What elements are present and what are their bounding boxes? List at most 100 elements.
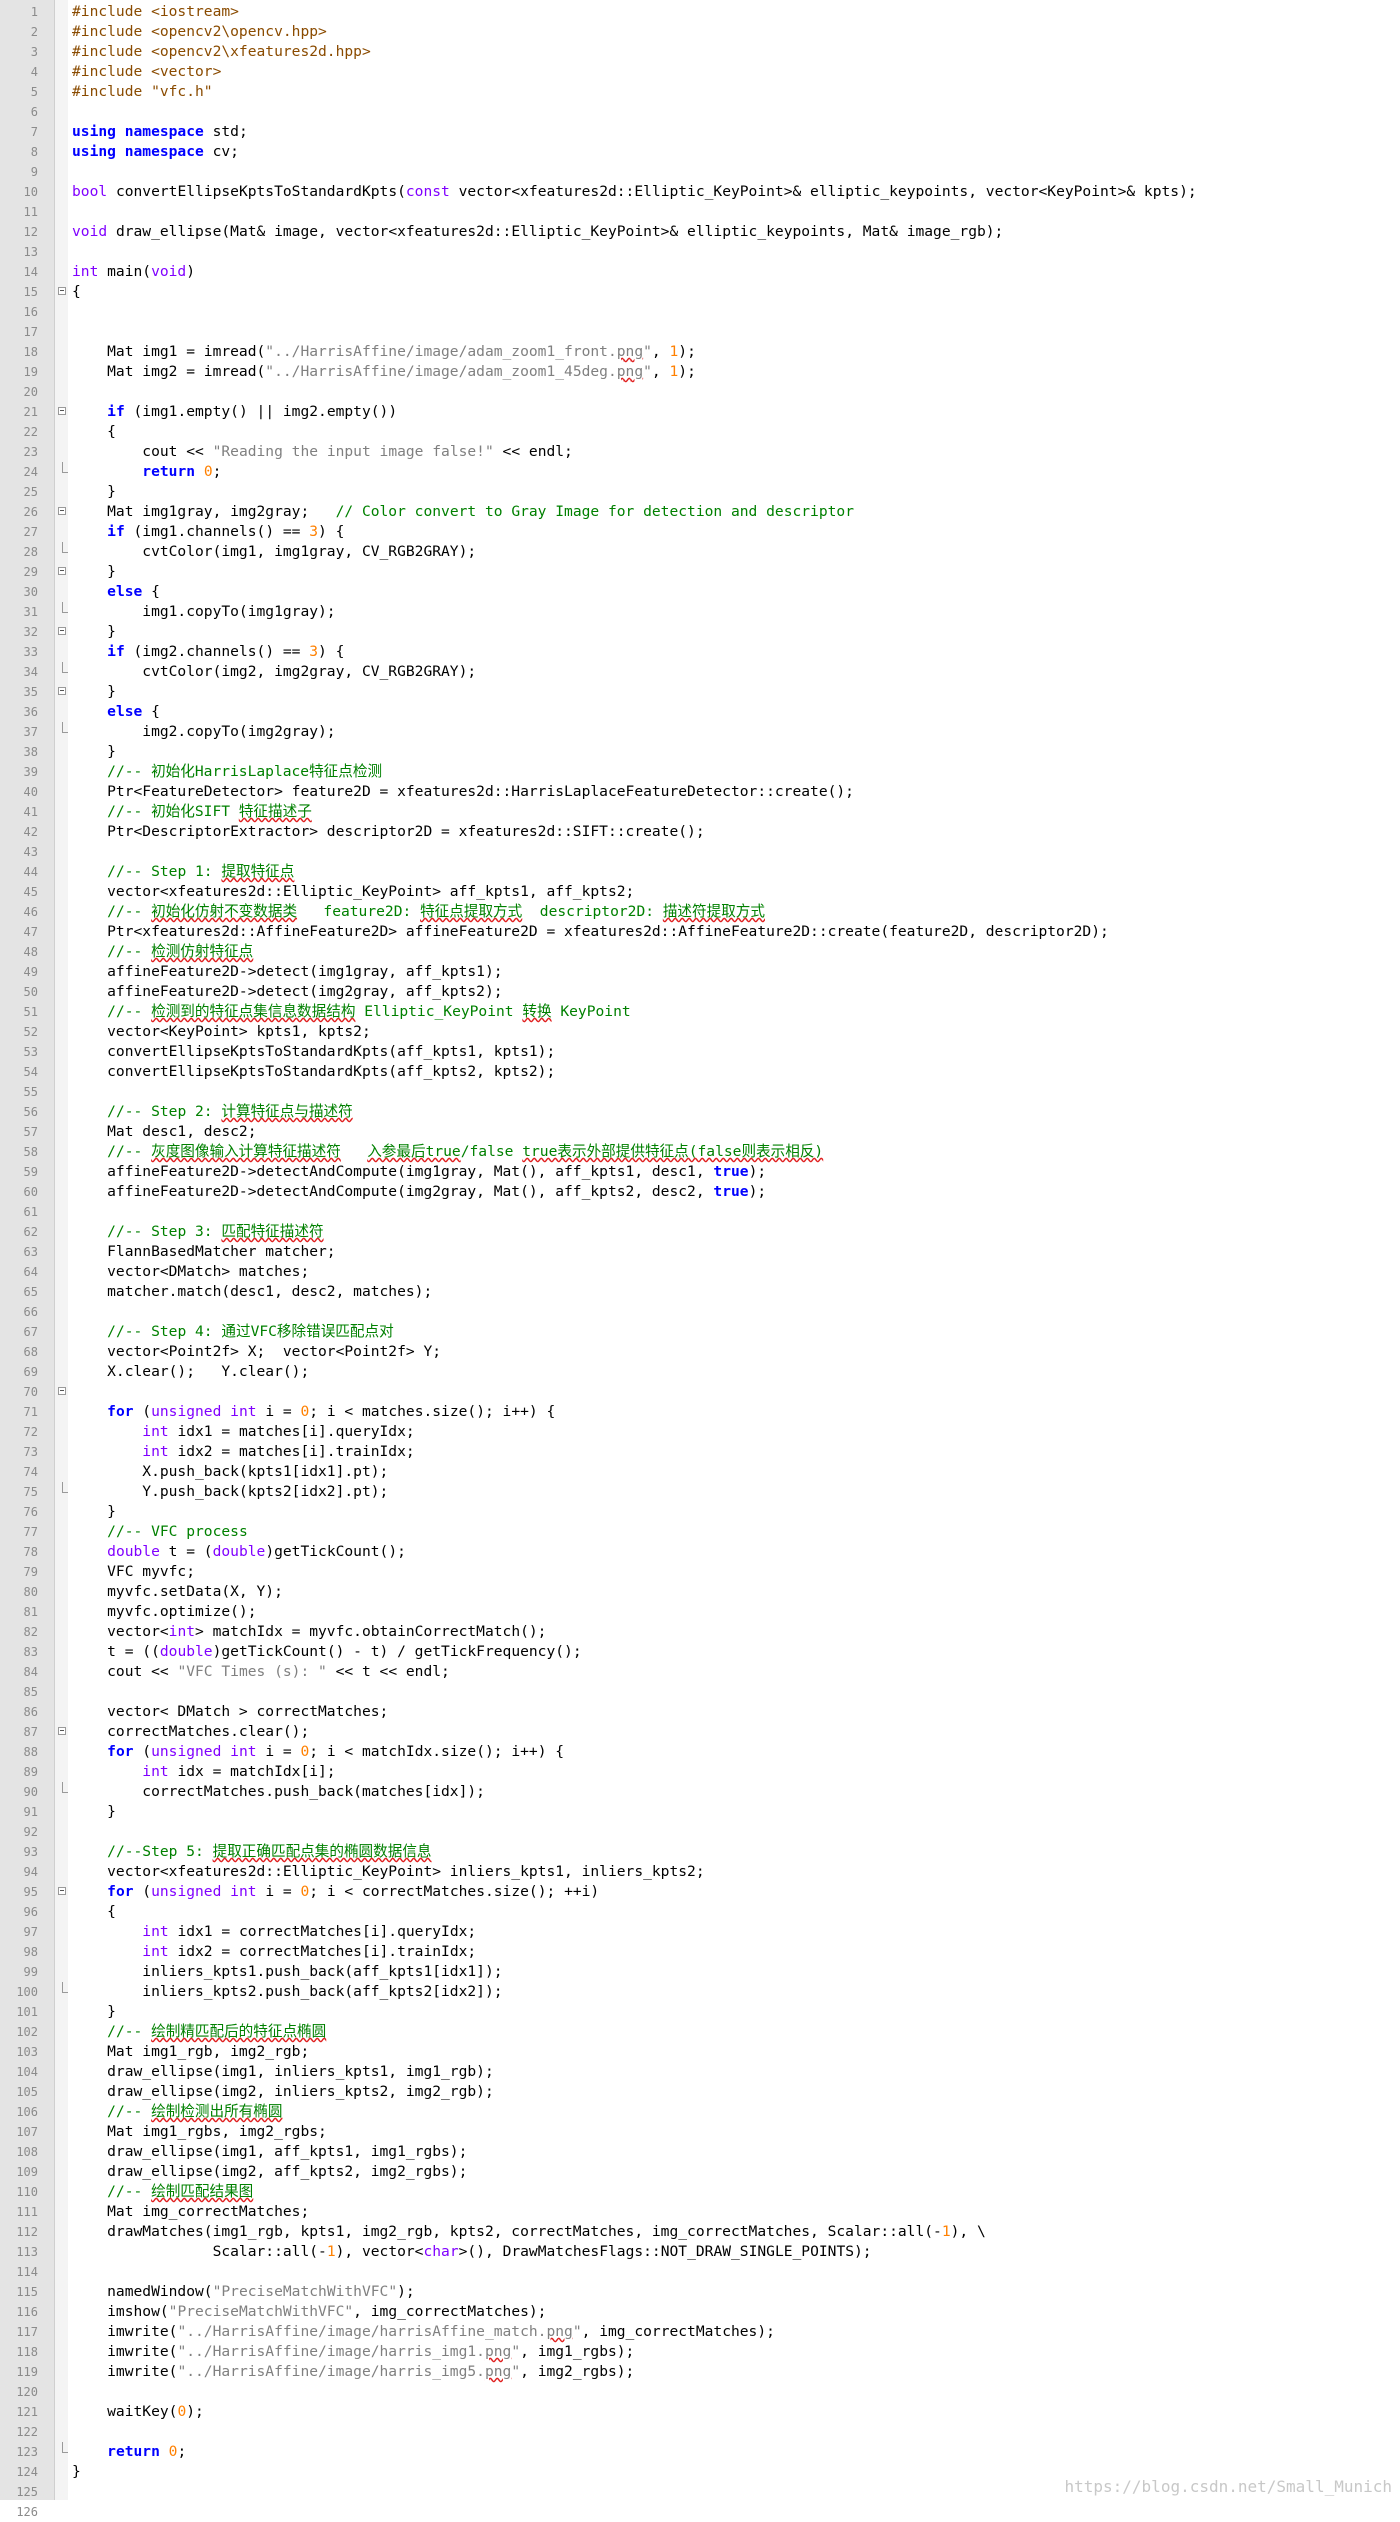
code-line[interactable]: 77 //-- VFC process xyxy=(0,1522,1400,1542)
code-line[interactable]: 101 } xyxy=(0,2002,1400,2022)
code-line[interactable]: 119 imwrite("../HarrisAffine/image/harri… xyxy=(0,2362,1400,2382)
code-line[interactable]: 75 Y.push_back(kpts2[idx2].pt); xyxy=(0,1482,1400,1502)
code-line[interactable]: 38 } xyxy=(0,742,1400,762)
code-line[interactable]: 66 xyxy=(0,1302,1400,1322)
code-line[interactable]: 58 //-- 灰度图像输入计算特征描述符 入参最后true/false tru… xyxy=(0,1142,1400,1162)
code-line[interactable]: 107 Mat img1_rgbs, img2_rgbs; xyxy=(0,2122,1400,2142)
code-line[interactable]: 44 //-- Step 1: 提取特征点 xyxy=(0,862,1400,882)
fold-toggle-icon[interactable] xyxy=(58,287,66,295)
code-line[interactable]: 126 xyxy=(0,2502,1400,2522)
code-line[interactable]: 10 bool convertEllipseKptsToStandardKpts(… xyxy=(0,182,1400,202)
code-line[interactable]: 43 xyxy=(0,842,1400,862)
code-line[interactable]: 63 FlannBasedMatcher matcher; xyxy=(0,1242,1400,1262)
code-line[interactable]: 111 Mat img_correctMatches; xyxy=(0,2202,1400,2222)
code-line[interactable]: 12 void draw_ellipse(Mat& image, vector<x… xyxy=(0,222,1400,242)
code-line[interactable]: 78 double t = (double)getTickCount(); xyxy=(0,1542,1400,1562)
code-line[interactable]: 61 xyxy=(0,1202,1400,1222)
code-line[interactable]: 76 } xyxy=(0,1502,1400,1522)
code-line[interactable]: 3 #include <opencv2\xfeatures2d.hpp> xyxy=(0,42,1400,62)
code-line[interactable]: 37 img2.copyTo(img2gray); xyxy=(0,722,1400,742)
code-line[interactable]: 84 cout << "VFC Times (s): " << t << end… xyxy=(0,1662,1400,1682)
code-line[interactable]: 33 if (img2.channels() == 3) { xyxy=(0,642,1400,662)
code-line[interactable]: 71 for (unsigned int i = 0; i < matches.… xyxy=(0,1402,1400,1422)
code-line[interactable]: 26 Mat img1gray, img2gray; // Color conv… xyxy=(0,502,1400,522)
code-line[interactable]: 30 else { xyxy=(0,582,1400,602)
code-line[interactable]: 108 draw_ellipse(img1, aff_kpts1, img1_r… xyxy=(0,2142,1400,2162)
code-line[interactable]: 114 xyxy=(0,2262,1400,2282)
code-line[interactable]: 6 xyxy=(0,102,1400,122)
code-line[interactable]: 60 affineFeature2D->detectAndCompute(img… xyxy=(0,1182,1400,1202)
code-line[interactable]: 74 X.push_back(kpts1[idx1].pt); xyxy=(0,1462,1400,1482)
code-line[interactable]: 68 vector<Point2f> X; vector<Point2f> Y; xyxy=(0,1342,1400,1362)
fold-toggle-icon[interactable] xyxy=(58,627,66,635)
code-line[interactable]: 70 xyxy=(0,1382,1400,1402)
code-line[interactable]: 18 Mat img1 = imread("../HarrisAffine/im… xyxy=(0,342,1400,362)
code-line[interactable]: 45 vector<xfeatures2d::Elliptic_KeyPoint… xyxy=(0,882,1400,902)
code-line[interactable]: 51 //-- 检测到的特征点集信息数据结构 Elliptic_KeyPoint… xyxy=(0,1002,1400,1022)
code-line[interactable]: 57 Mat desc1, desc2; xyxy=(0,1122,1400,1142)
code-line[interactable]: 39 //-- 初始化HarrisLaplace特征点检测 xyxy=(0,762,1400,782)
code-line[interactable]: 99 inliers_kpts1.push_back(aff_kpts1[idx… xyxy=(0,1962,1400,1982)
code-line[interactable]: 1 #include <iostream> xyxy=(0,2,1400,22)
code-line[interactable]: 79 VFC myvfc; xyxy=(0,1562,1400,1582)
fold-toggle-icon[interactable] xyxy=(58,1887,66,1895)
code-line[interactable]: 23 cout << "Reading the input image fals… xyxy=(0,442,1400,462)
code-line[interactable]: 59 affineFeature2D->detectAndCompute(img… xyxy=(0,1162,1400,1182)
code-line[interactable]: 47 Ptr<xfeatures2d::AffineFeature2D> aff… xyxy=(0,922,1400,942)
code-line[interactable]: 121 waitKey(0); xyxy=(0,2402,1400,2422)
code-line[interactable]: 72 int idx1 = matches[i].queryIdx; xyxy=(0,1422,1400,1442)
code-line[interactable]: 67 //-- Step 4: 通过VFC移除错误匹配点对 xyxy=(0,1322,1400,1342)
code-line[interactable]: 20 xyxy=(0,382,1400,402)
code-line[interactable]: 109 draw_ellipse(img2, aff_kpts2, img2_r… xyxy=(0,2162,1400,2182)
code-line[interactable]: 36 else { xyxy=(0,702,1400,722)
code-line[interactable]: 123 return 0; xyxy=(0,2442,1400,2462)
code-line[interactable]: 34 cvtColor(img2, img2gray, CV_RGB2GRAY)… xyxy=(0,662,1400,682)
code-line[interactable]: 2 #include <opencv2\opencv.hpp> xyxy=(0,22,1400,42)
code-line[interactable]: 16 xyxy=(0,302,1400,322)
code-line[interactable]: 88 for (unsigned int i = 0; i < matchIdx… xyxy=(0,1742,1400,1762)
code-line[interactable]: 98 int idx2 = correctMatches[i].trainIdx… xyxy=(0,1942,1400,1962)
code-line[interactable]: 94 vector<xfeatures2d::Elliptic_KeyPoint… xyxy=(0,1862,1400,1882)
code-line[interactable]: 82 vector<int> matchIdx = myvfc.obtainCo… xyxy=(0,1622,1400,1642)
code-line[interactable]: 9 xyxy=(0,162,1400,182)
code-line[interactable]: 90 correctMatches.push_back(matches[idx]… xyxy=(0,1782,1400,1802)
code-line[interactable]: 27 if (img1.channels() == 3) { xyxy=(0,522,1400,542)
code-line[interactable]: 118 imwrite("../HarrisAffine/image/harri… xyxy=(0,2342,1400,2362)
code-line[interactable]: 14 int main(void) xyxy=(0,262,1400,282)
code-line[interactable]: 7 using namespace std; xyxy=(0,122,1400,142)
fold-toggle-icon[interactable] xyxy=(58,1387,66,1395)
code-line[interactable]: 100 inliers_kpts2.push_back(aff_kpts2[id… xyxy=(0,1982,1400,2002)
code-line[interactable]: 54 convertEllipseKptsToStandardKpts(aff_… xyxy=(0,1062,1400,1082)
code-line[interactable]: 11 xyxy=(0,202,1400,222)
code-line[interactable]: 116 imshow("PreciseMatchWithVFC", img_co… xyxy=(0,2302,1400,2322)
code-line[interactable]: 91 } xyxy=(0,1802,1400,1822)
code-line[interactable]: 22 { xyxy=(0,422,1400,442)
fold-toggle-icon[interactable] xyxy=(58,407,66,415)
code-line[interactable]: 69 X.clear(); Y.clear(); xyxy=(0,1362,1400,1382)
code-line[interactable]: 53 convertEllipseKptsToStandardKpts(aff_… xyxy=(0,1042,1400,1062)
code-line[interactable]: 112 drawMatches(img1_rgb, kpts1, img2_rg… xyxy=(0,2222,1400,2242)
code-line[interactable]: 5 #include "vfc.h" xyxy=(0,82,1400,102)
code-line[interactable]: 25 } xyxy=(0,482,1400,502)
code-line[interactable]: 122 xyxy=(0,2422,1400,2442)
fold-toggle-icon[interactable] xyxy=(58,507,66,515)
code-line[interactable]: 55 xyxy=(0,1082,1400,1102)
code-line[interactable]: 31 img1.copyTo(img1gray); xyxy=(0,602,1400,622)
code-line[interactable]: 113 Scalar::all(-1), vector<char>(), Dra… xyxy=(0,2242,1400,2262)
code-line[interactable]: 81 myvfc.optimize(); xyxy=(0,1602,1400,1622)
code-line[interactable]: 15 { xyxy=(0,282,1400,302)
code-line[interactable]: 103 Mat img1_rgb, img2_rgb; xyxy=(0,2042,1400,2062)
code-line[interactable]: 73 int idx2 = matches[i].trainIdx; xyxy=(0,1442,1400,1462)
code-line[interactable]: 48 //-- 检测仿射特征点 xyxy=(0,942,1400,962)
code-line[interactable]: 13 xyxy=(0,242,1400,262)
code-line[interactable]: 106 //-- 绘制检测出所有椭圆 xyxy=(0,2102,1400,2122)
code-line[interactable]: 8 using namespace cv; xyxy=(0,142,1400,162)
code-line[interactable]: 93 //--Step 5: 提取正确匹配点集的椭圆数据信息 xyxy=(0,1842,1400,1862)
code-line[interactable]: 92 xyxy=(0,1822,1400,1842)
code-line[interactable]: 117 imwrite("../HarrisAffine/image/harri… xyxy=(0,2322,1400,2342)
code-line[interactable]: 65 matcher.match(desc1, desc2, matches); xyxy=(0,1282,1400,1302)
code-line[interactable]: 21 if (img1.empty() || img2.empty()) xyxy=(0,402,1400,422)
code-line[interactable]: 29 } xyxy=(0,562,1400,582)
code-line[interactable]: 96 { xyxy=(0,1902,1400,1922)
code-line[interactable]: 89 int idx = matchIdx[i]; xyxy=(0,1762,1400,1782)
